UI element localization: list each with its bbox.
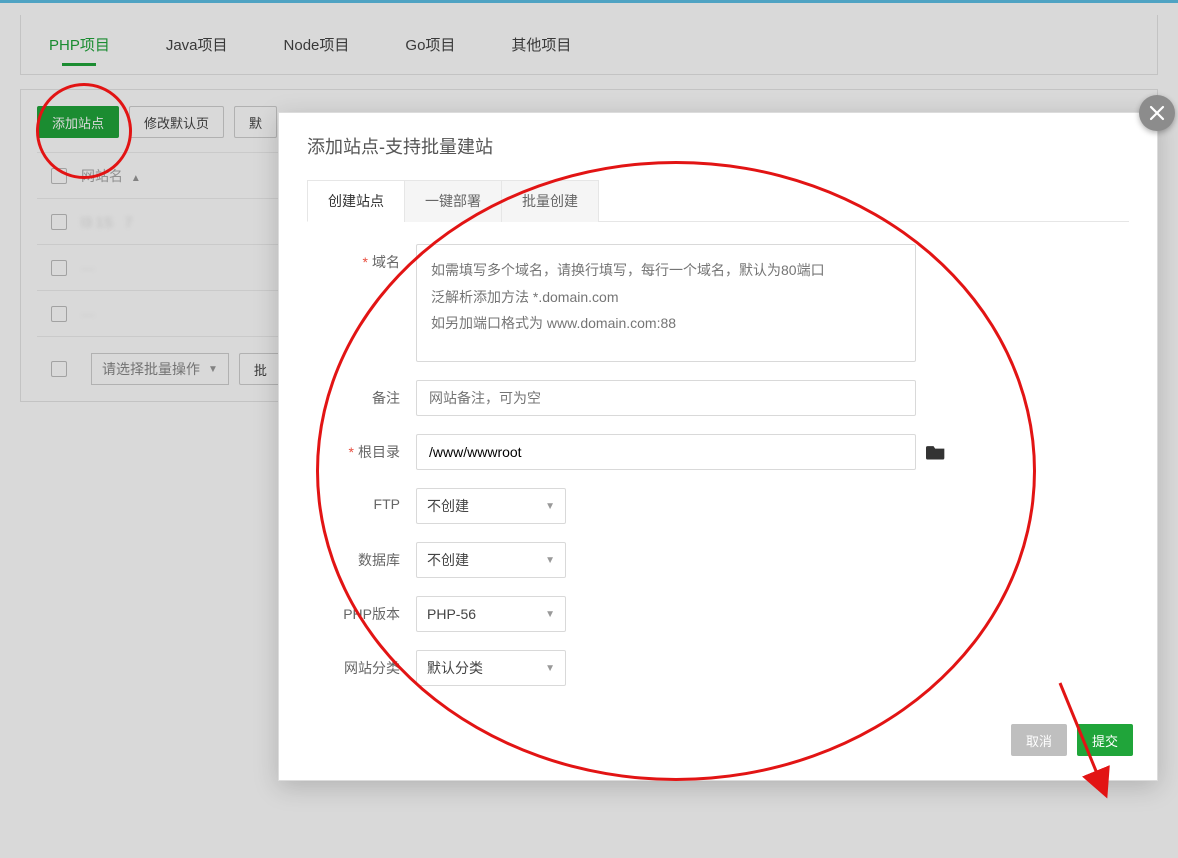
- create-site-form: *域名 备注 *根目录 FTP: [279, 222, 1157, 714]
- close-icon: [1149, 105, 1165, 121]
- modal-header: 添加站点-支持批量建站: [279, 113, 1157, 169]
- caret-down-icon: ▼: [545, 555, 555, 566]
- remark-label: 备注: [311, 380, 416, 408]
- domain-label: *域名: [311, 244, 416, 272]
- modal-title: 添加站点-支持批量建站: [307, 133, 493, 159]
- domain-input[interactable]: [416, 244, 916, 362]
- php-label: PHP版本: [311, 596, 416, 624]
- modal-footer: 取消 提交: [279, 714, 1157, 780]
- add-site-modal: 添加站点-支持批量建站 创建站点 一键部署 批量创建 *域名 备注 *根目录: [278, 112, 1158, 781]
- caret-down-icon: ▼: [545, 609, 555, 620]
- root-label: *根目录: [311, 434, 416, 462]
- category-select[interactable]: 默认分类 ▼: [416, 650, 566, 686]
- php-selected: PHP-56: [427, 606, 476, 622]
- cancel-label: 取消: [1026, 731, 1052, 750]
- remark-input[interactable]: [416, 380, 916, 416]
- modal-tab-batch-label: 批量创建: [522, 193, 578, 209]
- modal-tab-batch[interactable]: 批量创建: [501, 180, 599, 222]
- modal-tabs: 创建站点 一键部署 批量创建: [307, 179, 1129, 222]
- modal-tab-create-label: 创建站点: [328, 193, 384, 209]
- ftp-selected: 不创建: [427, 496, 469, 516]
- ftp-label: FTP: [311, 488, 416, 512]
- php-select[interactable]: PHP-56 ▼: [416, 596, 566, 632]
- cancel-button[interactable]: 取消: [1011, 724, 1067, 756]
- submit-label: 提交: [1092, 731, 1118, 750]
- close-button[interactable]: [1139, 95, 1175, 131]
- caret-down-icon: ▼: [545, 663, 555, 674]
- caret-down-icon: ▼: [545, 501, 555, 512]
- root-input[interactable]: [416, 434, 916, 470]
- modal-tab-create[interactable]: 创建站点: [307, 180, 405, 222]
- category-selected: 默认分类: [427, 658, 483, 678]
- submit-button[interactable]: 提交: [1077, 724, 1133, 756]
- db-label: 数据库: [311, 542, 416, 570]
- category-label: 网站分类: [311, 650, 416, 678]
- db-select[interactable]: 不创建 ▼: [416, 542, 566, 578]
- folder-icon[interactable]: [926, 443, 946, 461]
- modal-tab-deploy-label: 一键部署: [425, 193, 481, 209]
- db-selected: 不创建: [427, 550, 469, 570]
- ftp-select[interactable]: 不创建 ▼: [416, 488, 566, 524]
- modal-tab-deploy[interactable]: 一键部署: [404, 180, 502, 222]
